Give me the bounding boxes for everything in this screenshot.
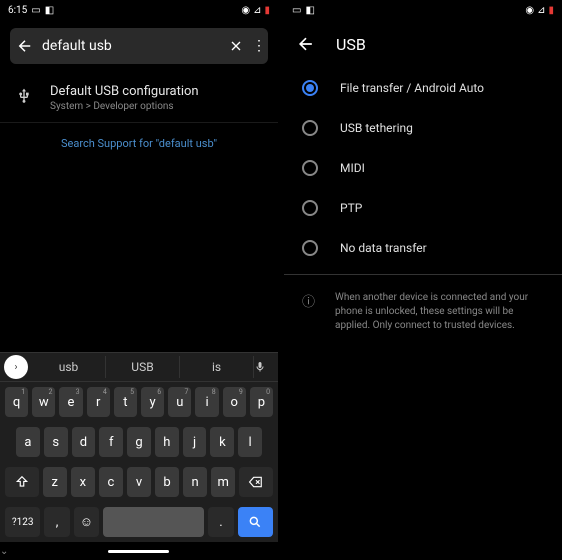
key-f[interactable]: f (99, 427, 123, 457)
key-h[interactable]: h (155, 427, 179, 457)
radio-icon (302, 200, 318, 216)
expand-icon[interactable]: › (4, 355, 28, 379)
usb-icon (16, 86, 32, 106)
status-bar: ▭ ◧ ◉ ⊿ ▮ (284, 0, 562, 20)
key-o[interactable]: o9 (223, 387, 246, 417)
radio-option[interactable]: No data transfer (284, 228, 562, 268)
key-j[interactable]: j (183, 427, 207, 457)
support-link[interactable]: Search Support for "default usb" (0, 123, 278, 164)
radio-label: File transfer / Android Auto (340, 81, 484, 95)
key-r[interactable]: r4 (87, 387, 110, 417)
backspace-key[interactable] (239, 467, 273, 497)
radio-icon (302, 240, 318, 256)
status-bar: 6:15 ▭ ◧ ◉ ⊿ ▮ (0, 0, 278, 20)
key-z[interactable]: z (43, 467, 67, 497)
radio-option[interactable]: PTP (284, 188, 562, 228)
key-i[interactable]: i8 (195, 387, 218, 417)
radio-icon (302, 160, 318, 176)
result-title: Default USB configuration (50, 84, 199, 99)
key-l[interactable]: l (238, 427, 262, 457)
shift-key[interactable] (5, 467, 39, 497)
mic-icon[interactable] (254, 359, 278, 375)
search-input[interactable] (42, 38, 220, 54)
eye-icon: ◉ (241, 5, 250, 16)
radio-list: File transfer / Android Auto USB tetherin… (284, 68, 562, 268)
divider (284, 274, 562, 275)
radio-option[interactable]: MIDI (284, 148, 562, 188)
key-a[interactable]: a (16, 427, 40, 457)
search-bar: ⋮ (10, 28, 268, 64)
suggestion[interactable]: USB (106, 356, 180, 378)
eye-icon: ◉ (525, 5, 534, 16)
back-icon[interactable] (296, 34, 316, 54)
key-v[interactable]: v (127, 467, 151, 497)
result-subtitle: System > Developer options (50, 101, 199, 112)
radio-label: MIDI (340, 161, 365, 175)
radio-label: No data transfer (340, 241, 427, 255)
key-q[interactable]: q1 (5, 387, 28, 417)
clear-icon[interactable] (228, 38, 244, 54)
screenshot-icon: ◧ (305, 5, 314, 16)
suggestion[interactable]: usb (32, 356, 106, 378)
symbols-key[interactable]: ?123 (5, 507, 40, 537)
info-icon: ⓘ (302, 291, 315, 333)
nav-down-icon[interactable]: ⌄ (0, 546, 8, 557)
search-result[interactable]: Default USB configuration System > Devel… (0, 72, 278, 123)
radio-option[interactable]: USB tethering (284, 108, 562, 148)
battery-icon: ▮ (548, 5, 554, 16)
more-icon[interactable]: ⋮ (252, 38, 265, 54)
back-icon[interactable] (16, 37, 34, 55)
key-y[interactable]: y6 (141, 387, 164, 417)
emoji-key[interactable]: ☺ (74, 507, 99, 537)
msg-icon: ▭ (31, 5, 40, 16)
wifi-icon: ⊿ (537, 5, 545, 16)
wifi-icon: ⊿ (253, 5, 261, 16)
info-row: ⓘ When another device is connected and y… (284, 281, 562, 343)
key-x[interactable]: x (71, 467, 95, 497)
key-s[interactable]: s (44, 427, 68, 457)
radio-label: PTP (340, 201, 362, 215)
phone-left: 6:15 ▭ ◧ ◉ ⊿ ▮ ⋮ Default USB configurati… (0, 0, 278, 560)
nav-home[interactable] (108, 550, 169, 553)
key-k[interactable]: k (210, 427, 234, 457)
key-u[interactable]: u7 (168, 387, 191, 417)
key-e[interactable]: e3 (59, 387, 82, 417)
key-row-2: asdfghjkl (0, 422, 278, 462)
space-key[interactable] (103, 507, 204, 537)
battery-icon: ▮ (264, 5, 270, 16)
radio-icon (302, 80, 318, 96)
nav-bar: ⌄ (0, 542, 278, 560)
suggestion[interactable]: is (180, 356, 254, 378)
key-b[interactable]: b (155, 467, 179, 497)
screenshot-icon: ◧ (45, 5, 54, 16)
msg-icon: ▭ (292, 5, 301, 16)
key-w[interactable]: w2 (32, 387, 55, 417)
suggestion-bar: › usb USB is (0, 352, 278, 382)
radio-label: USB tethering (340, 121, 413, 135)
key-p[interactable]: p0 (250, 387, 273, 417)
keyboard: › usb USB is q1w2e3r4t5y6u7i8o9p0 asdfgh… (0, 352, 278, 560)
search-key[interactable] (238, 507, 273, 537)
key-m[interactable]: m (211, 467, 235, 497)
key-g[interactable]: g (127, 427, 151, 457)
key-t[interactable]: t5 (114, 387, 137, 417)
radio-option[interactable]: File transfer / Android Auto (284, 68, 562, 108)
status-time: 6:15 (8, 5, 27, 16)
key-row-4: ?123 , ☺ . (0, 502, 278, 542)
header: USB (284, 20, 562, 68)
key-row-1: q1w2e3r4t5y6u7i8o9p0 (0, 382, 278, 422)
key-row-3: zxcvbnm (0, 462, 278, 502)
key-n[interactable]: n (183, 467, 207, 497)
info-text: When another device is connected and you… (335, 291, 544, 333)
radio-icon (302, 120, 318, 136)
phone-right: ▭ ◧ ◉ ⊿ ▮ USB File transfer / Android Au… (284, 0, 562, 560)
key-c[interactable]: c (99, 467, 123, 497)
page-title: USB (336, 35, 366, 54)
period-key[interactable]: . (208, 507, 233, 537)
key-d[interactable]: d (72, 427, 96, 457)
comma-key[interactable]: , (44, 507, 69, 537)
